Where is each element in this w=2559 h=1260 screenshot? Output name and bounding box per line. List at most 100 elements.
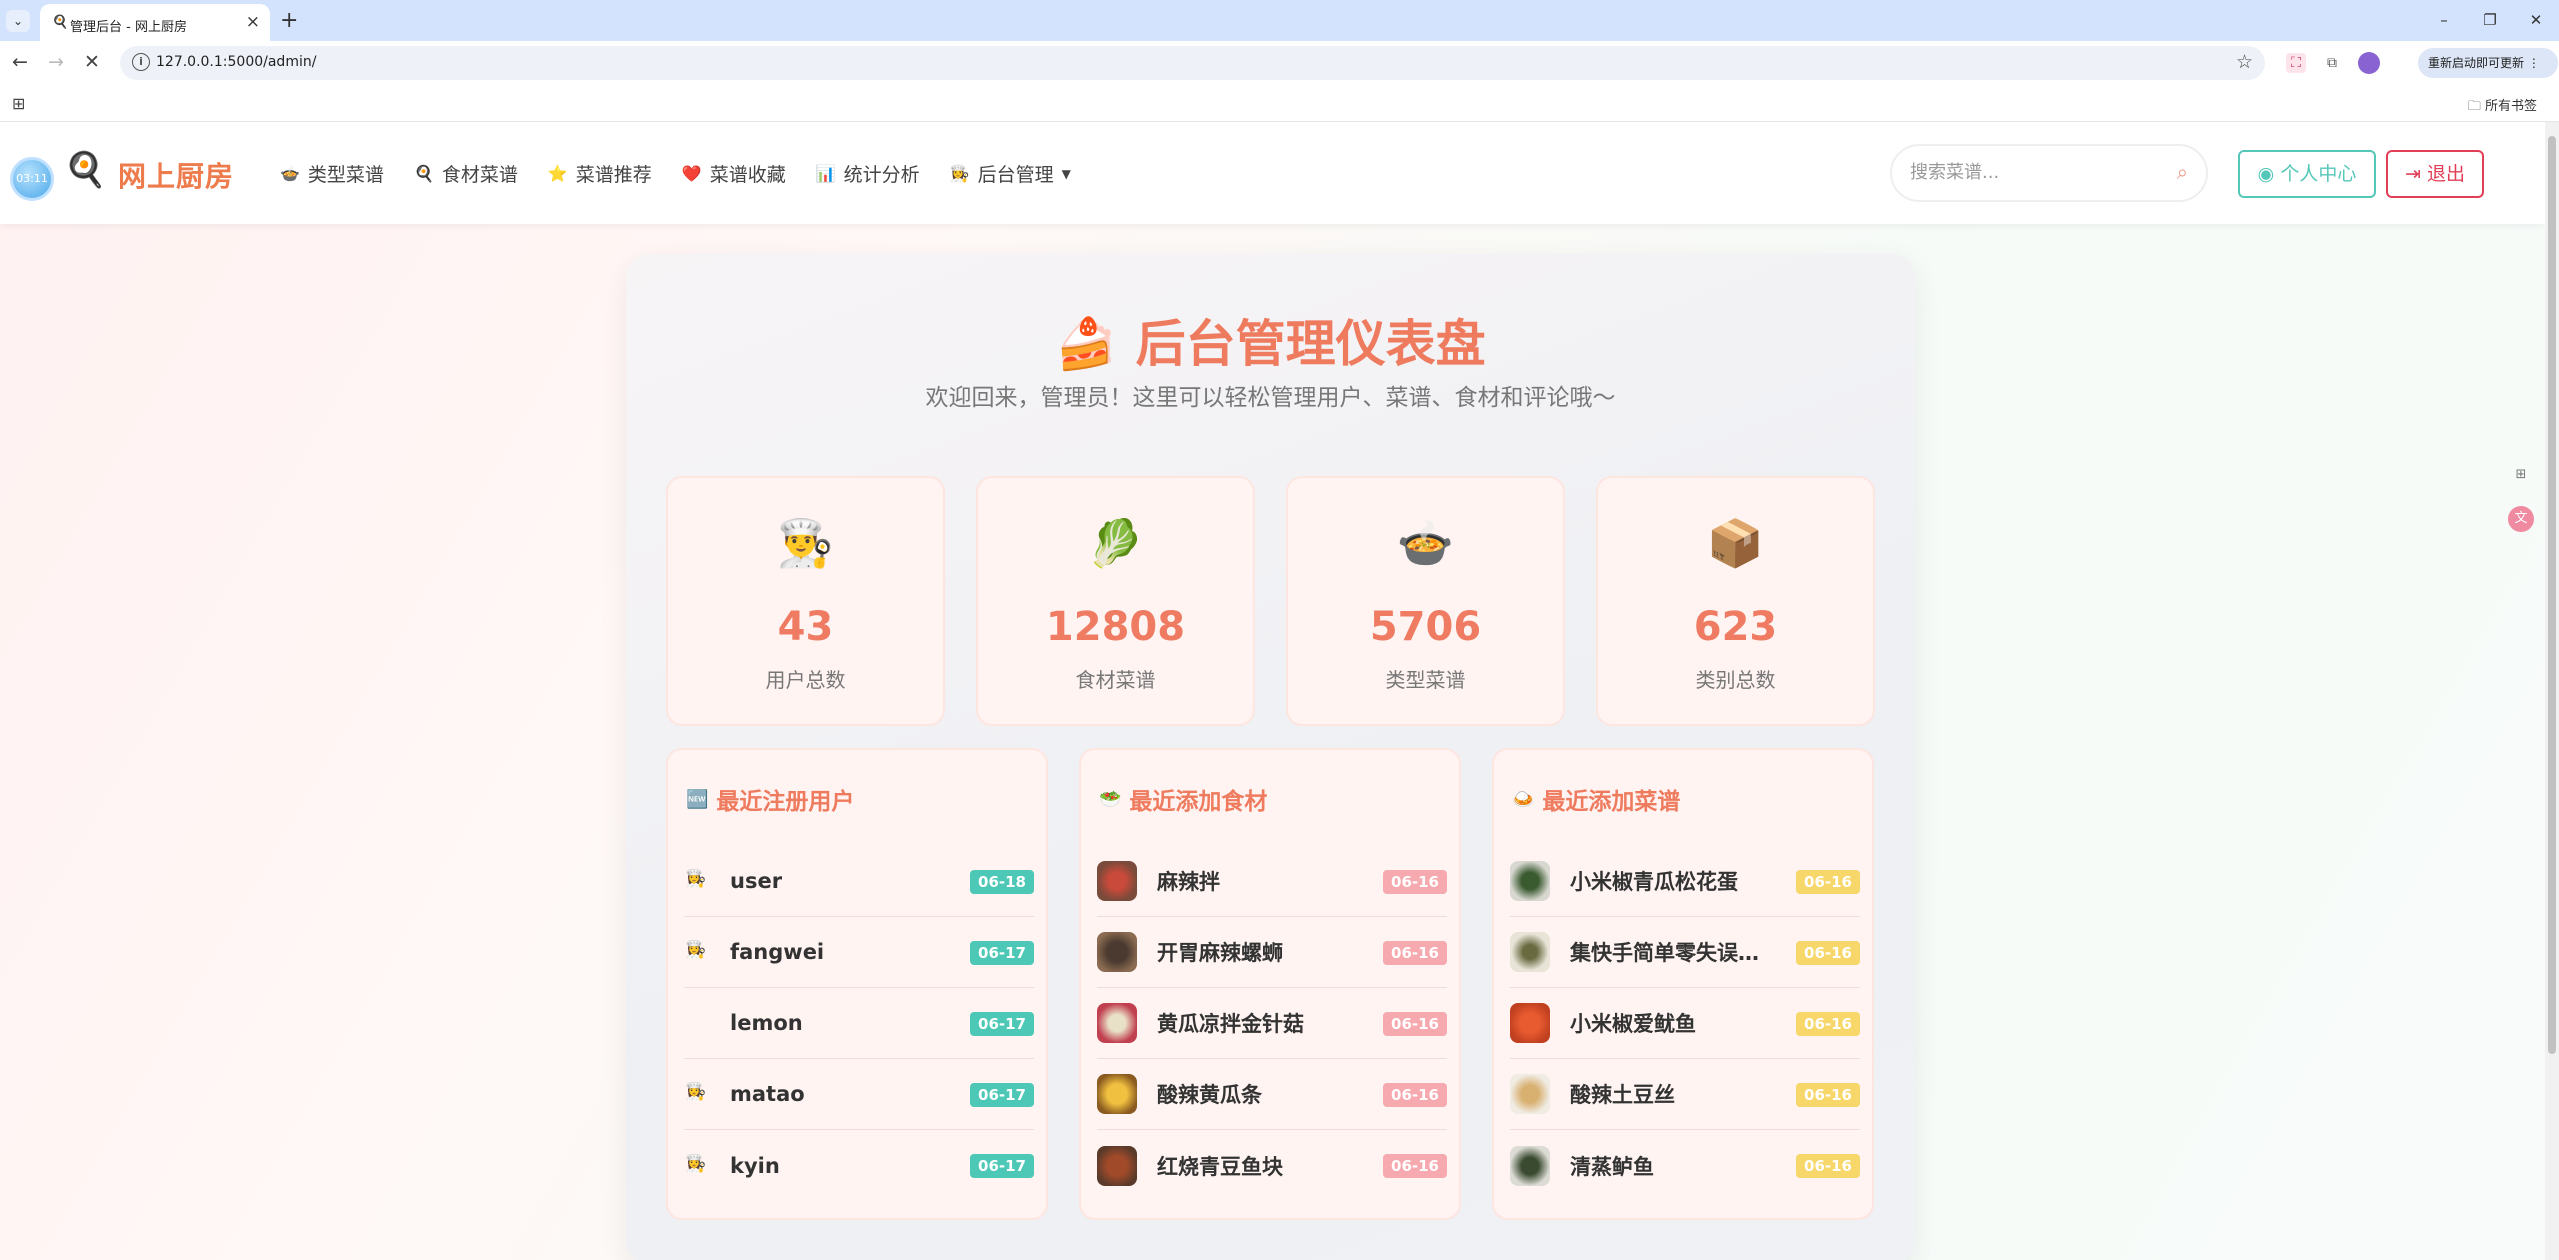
tab-search-button[interactable]: ⌄ <box>6 10 30 32</box>
profile-button[interactable]: ◉ 个人中心 <box>2238 150 2376 198</box>
nav-item-favorites[interactable]: ❤️ 菜谱收藏 <box>682 160 786 187</box>
omnibox[interactable]: i 127.0.0.1:5000/admin/ ☆ <box>120 46 2265 80</box>
dish-thumbnail <box>1097 1145 1137 1186</box>
extensions-area: ⛶ ⧉ <box>2286 52 2380 74</box>
date-badge: 06-16 <box>1383 1154 1447 1178</box>
tab-close-icon[interactable]: × <box>246 12 260 32</box>
bar-chart-icon: 📊 <box>815 164 836 183</box>
extensions-puzzle-icon[interactable]: ⧉ <box>2322 53 2342 73</box>
forward-icon[interactable]: → <box>48 51 64 73</box>
list-item[interactable]: 开胃麻辣螺蛳 06-16 <box>1097 917 1447 988</box>
scrollbar-thumb[interactable] <box>2548 136 2556 1054</box>
stat-value: 12808 <box>1045 604 1186 650</box>
nav-label: 菜谱收藏 <box>709 164 786 186</box>
date-badge: 06-16 <box>1383 870 1447 894</box>
nav-item-recommend[interactable]: ⭐ 菜谱推荐 <box>548 160 652 187</box>
list-item[interactable]: 👩‍🍳 fangwei 06-17 <box>684 917 1034 988</box>
translate-tool-icon[interactable]: 文 <box>2508 506 2534 532</box>
logout-icon: ⇥ <box>2405 163 2421 185</box>
list-item[interactable]: 酸辣黄瓜条 06-16 <box>1097 1059 1447 1130</box>
site-info-icon[interactable]: i <box>132 53 150 71</box>
new-tab-icon[interactable]: + <box>280 8 298 33</box>
stat-value: 623 <box>1693 604 1778 650</box>
profile-label: 个人中心 <box>2280 163 2357 185</box>
nav-item-admin-dropdown[interactable]: 👩‍🍳 后台管理 ▼ <box>950 160 1071 187</box>
dish-thumbnail <box>1097 932 1137 972</box>
dashboard-panel: 🍰 后台管理仪表盘 欢迎回来，管理员！这里可以轻松管理用户、菜谱、食材和评论哦～ … <box>626 254 1915 1260</box>
dish-thumbnail <box>1510 932 1550 972</box>
list-item[interactable]: 麻辣拌 06-16 <box>1097 846 1447 917</box>
stat-label: 用户总数 <box>765 668 846 692</box>
list-item[interactable]: 黄瓜凉拌金针菇 06-16 <box>1097 988 1447 1059</box>
user-avatar-placeholder <box>684 1011 708 1035</box>
page-content: 03:11 🍳 网上厨房 🍲 类型菜谱 🍳 食材菜谱 ⭐ 菜谱推荐 ❤️ 菜谱收… <box>0 122 2545 1260</box>
card-title-text: 最近添加食材 <box>1129 789 1268 815</box>
search-icon[interactable]: ⌕ <box>2177 160 2188 184</box>
nav-item-type-recipes[interactable]: 🍲 类型菜谱 <box>280 160 384 187</box>
url-text[interactable]: 127.0.0.1:5000/admin/ <box>156 54 316 70</box>
stat-label: 类别总数 <box>1695 668 1776 692</box>
update-label: 重新启动即可更新 <box>2428 56 2525 70</box>
apps-grid-icon[interactable]: ⊞ <box>12 94 25 113</box>
page-scrollbar[interactable] <box>2545 122 2559 1260</box>
minimize-icon[interactable]: – <box>2421 0 2467 41</box>
stat-label: 食材菜谱 <box>1075 668 1156 692</box>
list-item[interactable]: lemon 06-17 <box>684 988 1034 1059</box>
restore-icon[interactable]: ❐ <box>2467 0 2513 41</box>
salad-icon: 🥗 <box>1099 788 1122 810</box>
window-controls: – ❐ ✕ <box>2421 0 2559 41</box>
stat-card-type-recipes: 🍲 5706 类型菜谱 <box>1286 476 1565 726</box>
dish-name: 黄瓜凉拌金针菇 <box>1157 1012 1304 1036</box>
search-input[interactable] <box>1910 162 2150 183</box>
list-item[interactable]: 👩‍🍳 user 06-18 <box>684 846 1034 917</box>
recent-users-card: 🆕 最近注册用户 👩‍🍳 user 06-18 👩‍🍳 fangwei 06-1… <box>666 748 1048 1220</box>
stat-card-categories: 📦 623 类别总数 <box>1596 476 1875 726</box>
nav-item-ingredient-recipes[interactable]: 🍳 食材菜谱 <box>414 160 518 187</box>
all-bookmarks[interactable]: 🗀 所有书签 <box>2468 95 2537 119</box>
stop-loading-icon[interactable]: ✕ <box>84 51 100 73</box>
leafy-green-icon: 🥬 <box>1086 516 1145 570</box>
user-avatar-icon: 👩‍🍳 <box>685 940 707 960</box>
dish-thumbnail <box>1510 861 1550 901</box>
date-badge: 06-18 <box>970 870 1034 894</box>
bookmark-star-icon[interactable]: ☆ <box>2236 51 2253 73</box>
all-bookmarks-label: 所有书签 <box>2484 99 2537 114</box>
list-item[interactable]: 清蒸鲈鱼 06-16 <box>1510 1130 1860 1201</box>
stew-icon: 🍲 <box>280 164 300 183</box>
list-item[interactable]: 👩‍🍳 kyin 06-17 <box>684 1130 1034 1201</box>
page-subtitle: 欢迎回来，管理员！这里可以轻松管理用户、菜谱、食材和评论哦～ <box>925 385 1616 411</box>
list-item[interactable]: 👩‍🍳 matao 06-17 <box>684 1059 1034 1130</box>
update-button[interactable]: 重新启动即可更新 ⋮ <box>2418 48 2558 78</box>
close-window-icon[interactable]: ✕ <box>2513 0 2559 41</box>
grid-tool-icon[interactable]: ⊞ <box>2508 462 2534 488</box>
list-item[interactable]: 酸辣土豆丝 06-16 <box>1510 1059 1860 1130</box>
list-item[interactable]: 集快手简单零失误下… 06-16 <box>1510 917 1860 988</box>
card-title-text: 最近添加菜谱 <box>1542 789 1681 815</box>
browser-tab[interactable]: 🍳 管理后台 - 网上厨房 × <box>40 4 270 41</box>
extension-icon[interactable]: ⛶ <box>2286 53 2306 73</box>
address-bar: ← → ✕ i 127.0.0.1:5000/admin/ ☆ ⛶ ⧉ 重新启动… <box>0 41 2559 85</box>
back-icon[interactable]: ← <box>12 51 28 73</box>
recent-users-list: 👩‍🍳 user 06-18 👩‍🍳 fangwei 06-17 lemon 0… <box>684 846 1034 1201</box>
logout-button[interactable]: ⇥ 退出 <box>2386 150 2484 198</box>
recent-recipes-card: 🍛 最近添加菜谱 小米椒青瓜松花蛋 06-16 集快手简单零失误下… 06-16… <box>1492 748 1874 1220</box>
brand-logo-icon[interactable]: 🍳 <box>64 150 106 190</box>
recipe-name: 清蒸鲈鱼 <box>1570 1154 1654 1179</box>
bookmarks-bar: ⊞ 🗀 所有书签 <box>0 85 2559 122</box>
profile-avatar[interactable] <box>2358 52 2380 74</box>
user-avatar-icon: 👩‍🍳 <box>685 869 707 889</box>
date-badge: 06-16 <box>1796 1154 1860 1178</box>
recent-recipes-list: 小米椒青瓜松花蛋 06-16 集快手简单零失误下… 06-16 小米椒爱鱿鱼 0… <box>1510 846 1860 1201</box>
recipe-name: 集快手简单零失误下… <box>1570 941 1770 965</box>
star-icon: ⭐ <box>547 164 568 183</box>
nav-item-statistics[interactable]: 📊 统计分析 <box>816 160 920 187</box>
recipe-name: 小米椒青瓜松花蛋 <box>1570 870 1738 894</box>
main-nav: 🍲 类型菜谱 🍳 食材菜谱 ⭐ 菜谱推荐 ❤️ 菜谱收藏 📊 统计分析 👩‍🍳 <box>280 160 1071 187</box>
brand-name[interactable]: 网上厨房 <box>118 155 234 195</box>
side-toolbar: ⊞ 文 <box>2508 462 2534 532</box>
list-item[interactable]: 小米椒青瓜松花蛋 06-16 <box>1510 846 1860 917</box>
pot-of-food-icon: 🍲 <box>1396 516 1455 570</box>
list-item[interactable]: 小米椒爱鱿鱼 06-16 <box>1510 988 1860 1059</box>
date-badge: 06-17 <box>970 941 1034 965</box>
list-item[interactable]: 红烧青豆鱼块 06-16 <box>1097 1130 1447 1201</box>
